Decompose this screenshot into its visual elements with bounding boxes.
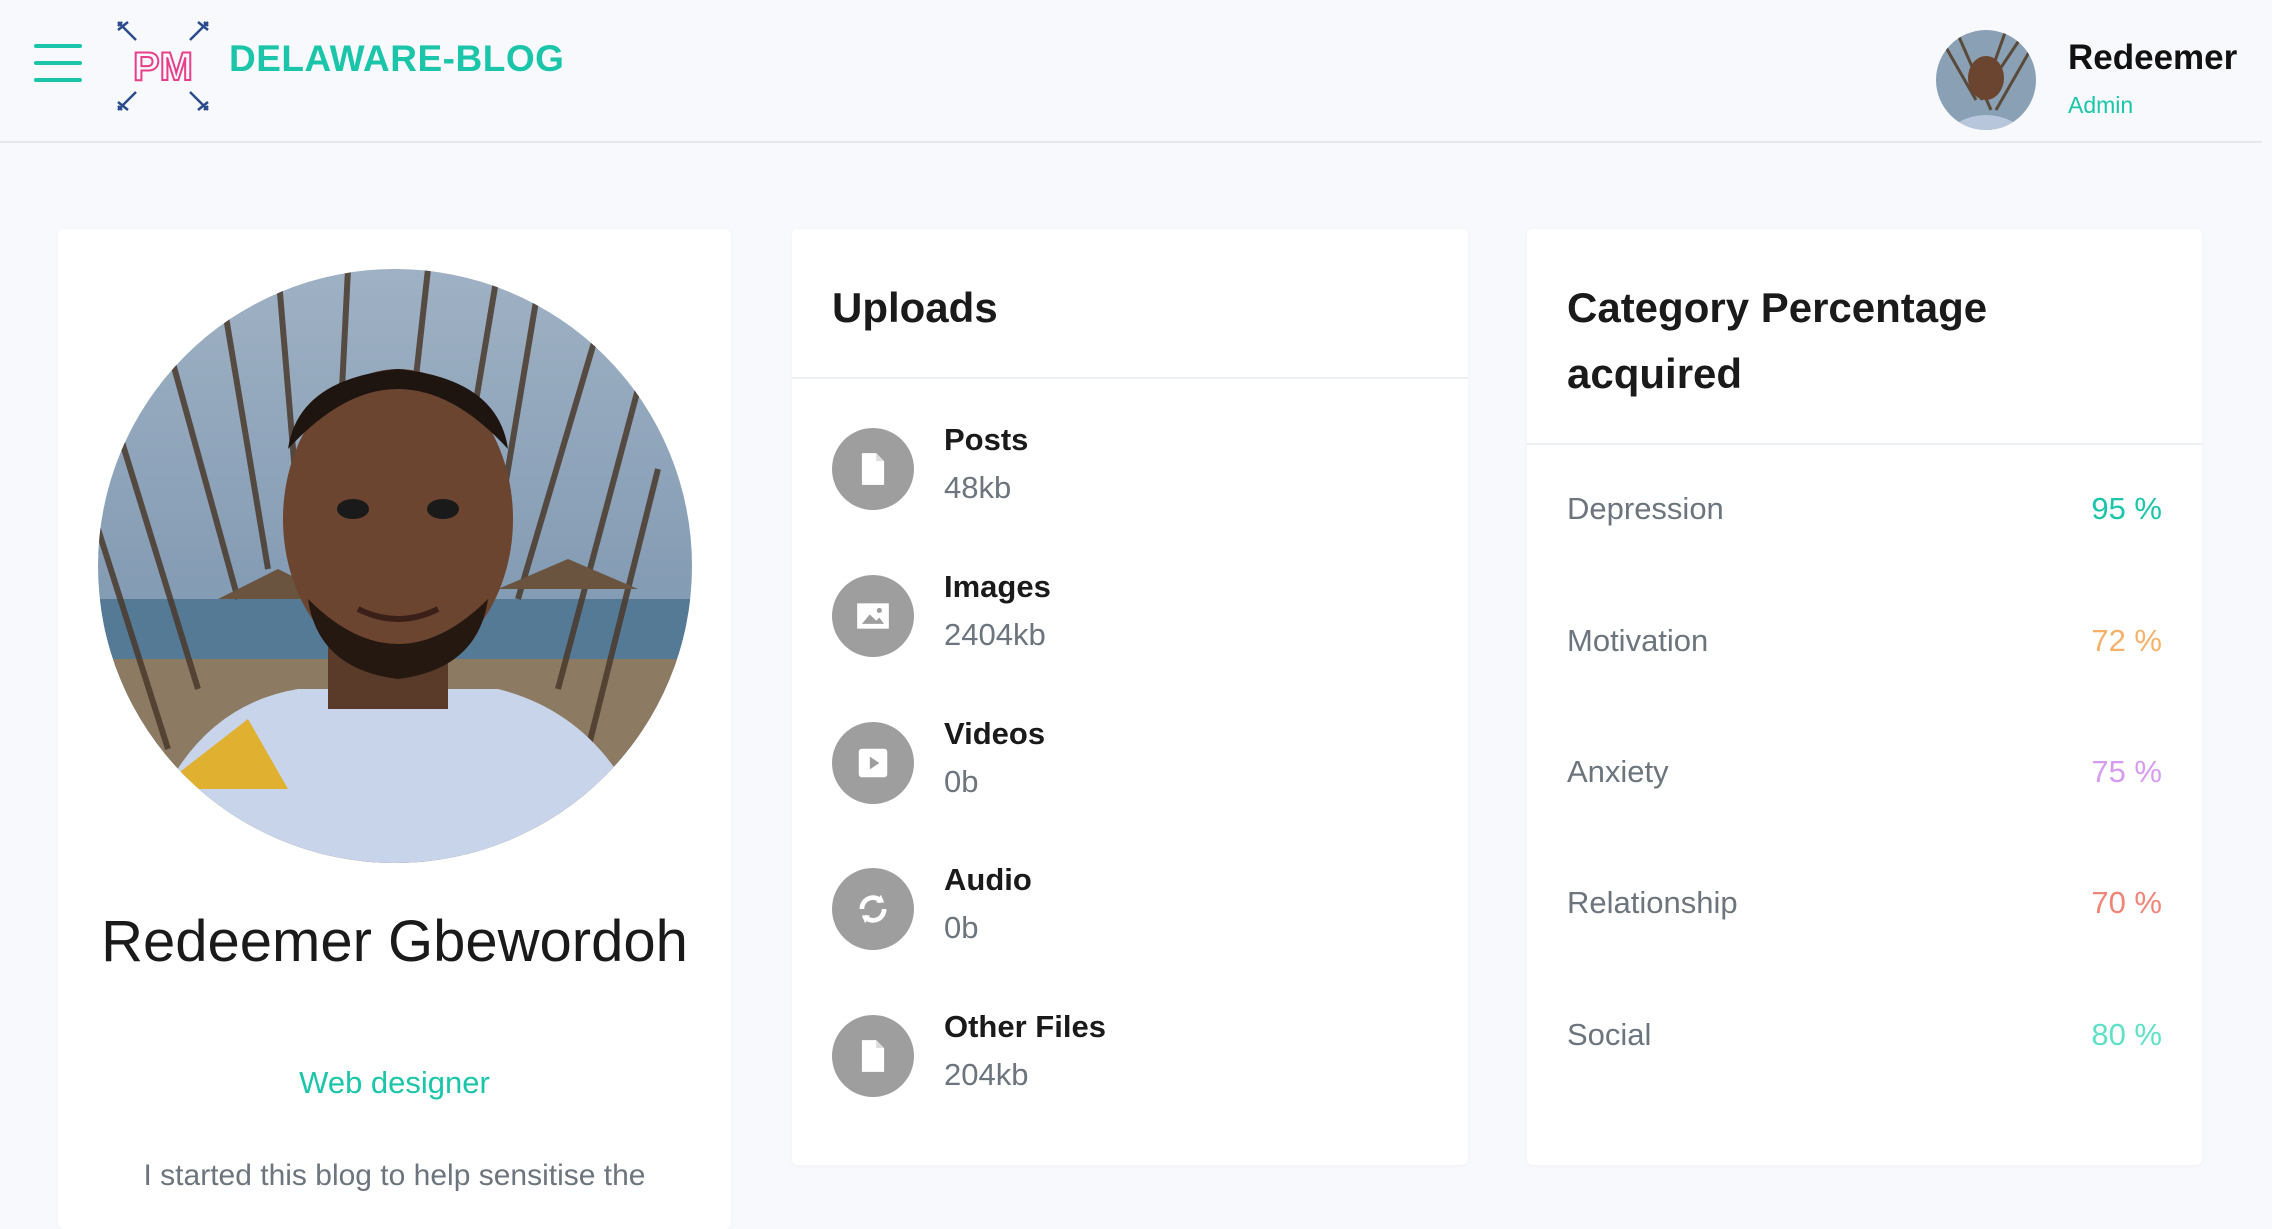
profile-image [98,269,692,863]
uploads-title: Uploads [832,284,998,331]
image-icon [832,575,914,657]
top-navbar: PM DELAWARE-BLOG Redeemer Admin [0,0,2262,143]
logo-icon: PM [117,21,209,111]
category-card: Category Percentage acquired Depression … [1527,229,2202,1165]
uploads-card-header: Uploads [792,229,1468,379]
category-row-social: Social 80 % [1567,1017,2162,1061]
audio-icon [832,868,914,950]
category-name: Depression [1567,491,1724,526]
video-icon [832,722,914,804]
category-percent: 72 % [2091,623,2162,658]
category-percent: 95 % [2091,491,2162,526]
upload-item-other-files[interactable]: Other Files 204kb [832,1009,1432,1099]
logo-text: PM [133,45,193,89]
menu-line [34,44,82,48]
category-row-motivation: Motivation 72 % [1567,623,2162,667]
category-row-anxiety: Anxiety 75 % [1567,754,2162,798]
category-percent: 75 % [2091,754,2162,789]
user-role: Admin [2068,92,2134,118]
category-name: Relationship [1567,885,1738,920]
upload-size: 48kb [944,470,1012,505]
profile-card: Redeemer Gbewordoh Web designer I starte… [58,229,731,1229]
upload-label: Images [944,569,1051,604]
category-percent: 70 % [2091,885,2162,920]
user-avatar[interactable] [1936,30,2036,130]
file-icon [832,1015,914,1097]
profile-name: Redeemer Gbewordoh [101,909,688,974]
category-row-depression: Depression 95 % [1567,491,2162,535]
avatar-image [1936,30,2036,130]
category-name: Motivation [1567,623,1709,658]
menu-line [34,61,82,65]
upload-size: 0b [944,910,979,945]
upload-item-videos[interactable]: Videos 0b [832,716,1432,806]
user-name[interactable]: Redeemer [2068,38,2237,78]
profile-photo [98,269,692,863]
upload-label: Videos [944,716,1046,751]
upload-label: Posts [944,422,1029,457]
menu-toggle-icon[interactable] [34,44,82,82]
brand-name[interactable]: DELAWARE-BLOG [229,38,564,80]
upload-label: Other Files [944,1009,1106,1044]
uploads-card: Uploads Posts 48kb Images 2404kb Videos … [792,229,1468,1165]
upload-label: Audio [944,862,1032,897]
category-card-header: Category Percentage acquired [1527,229,2202,445]
profile-bio: I started this blog to help sensitise th… [143,1159,646,1192]
upload-item-posts[interactable]: Posts 48kb [832,422,1432,512]
upload-size: 0b [944,764,979,799]
category-name: Anxiety [1567,754,1669,789]
category-row-relationship: Relationship 70 % [1567,885,2162,929]
upload-size: 204kb [944,1057,1029,1092]
upload-item-audio[interactable]: Audio 0b [832,862,1432,952]
upload-item-images[interactable]: Images 2404kb [832,569,1432,659]
brand-logo[interactable]: PM [116,20,210,112]
upload-size: 2404kb [944,617,1046,652]
category-name: Social [1567,1017,1652,1052]
menu-line [34,78,82,82]
file-icon [832,428,914,510]
profile-job-title: Web designer [299,1065,490,1100]
category-percent: 80 % [2091,1017,2162,1052]
category-title: Category Percentage acquired [1567,284,1988,397]
